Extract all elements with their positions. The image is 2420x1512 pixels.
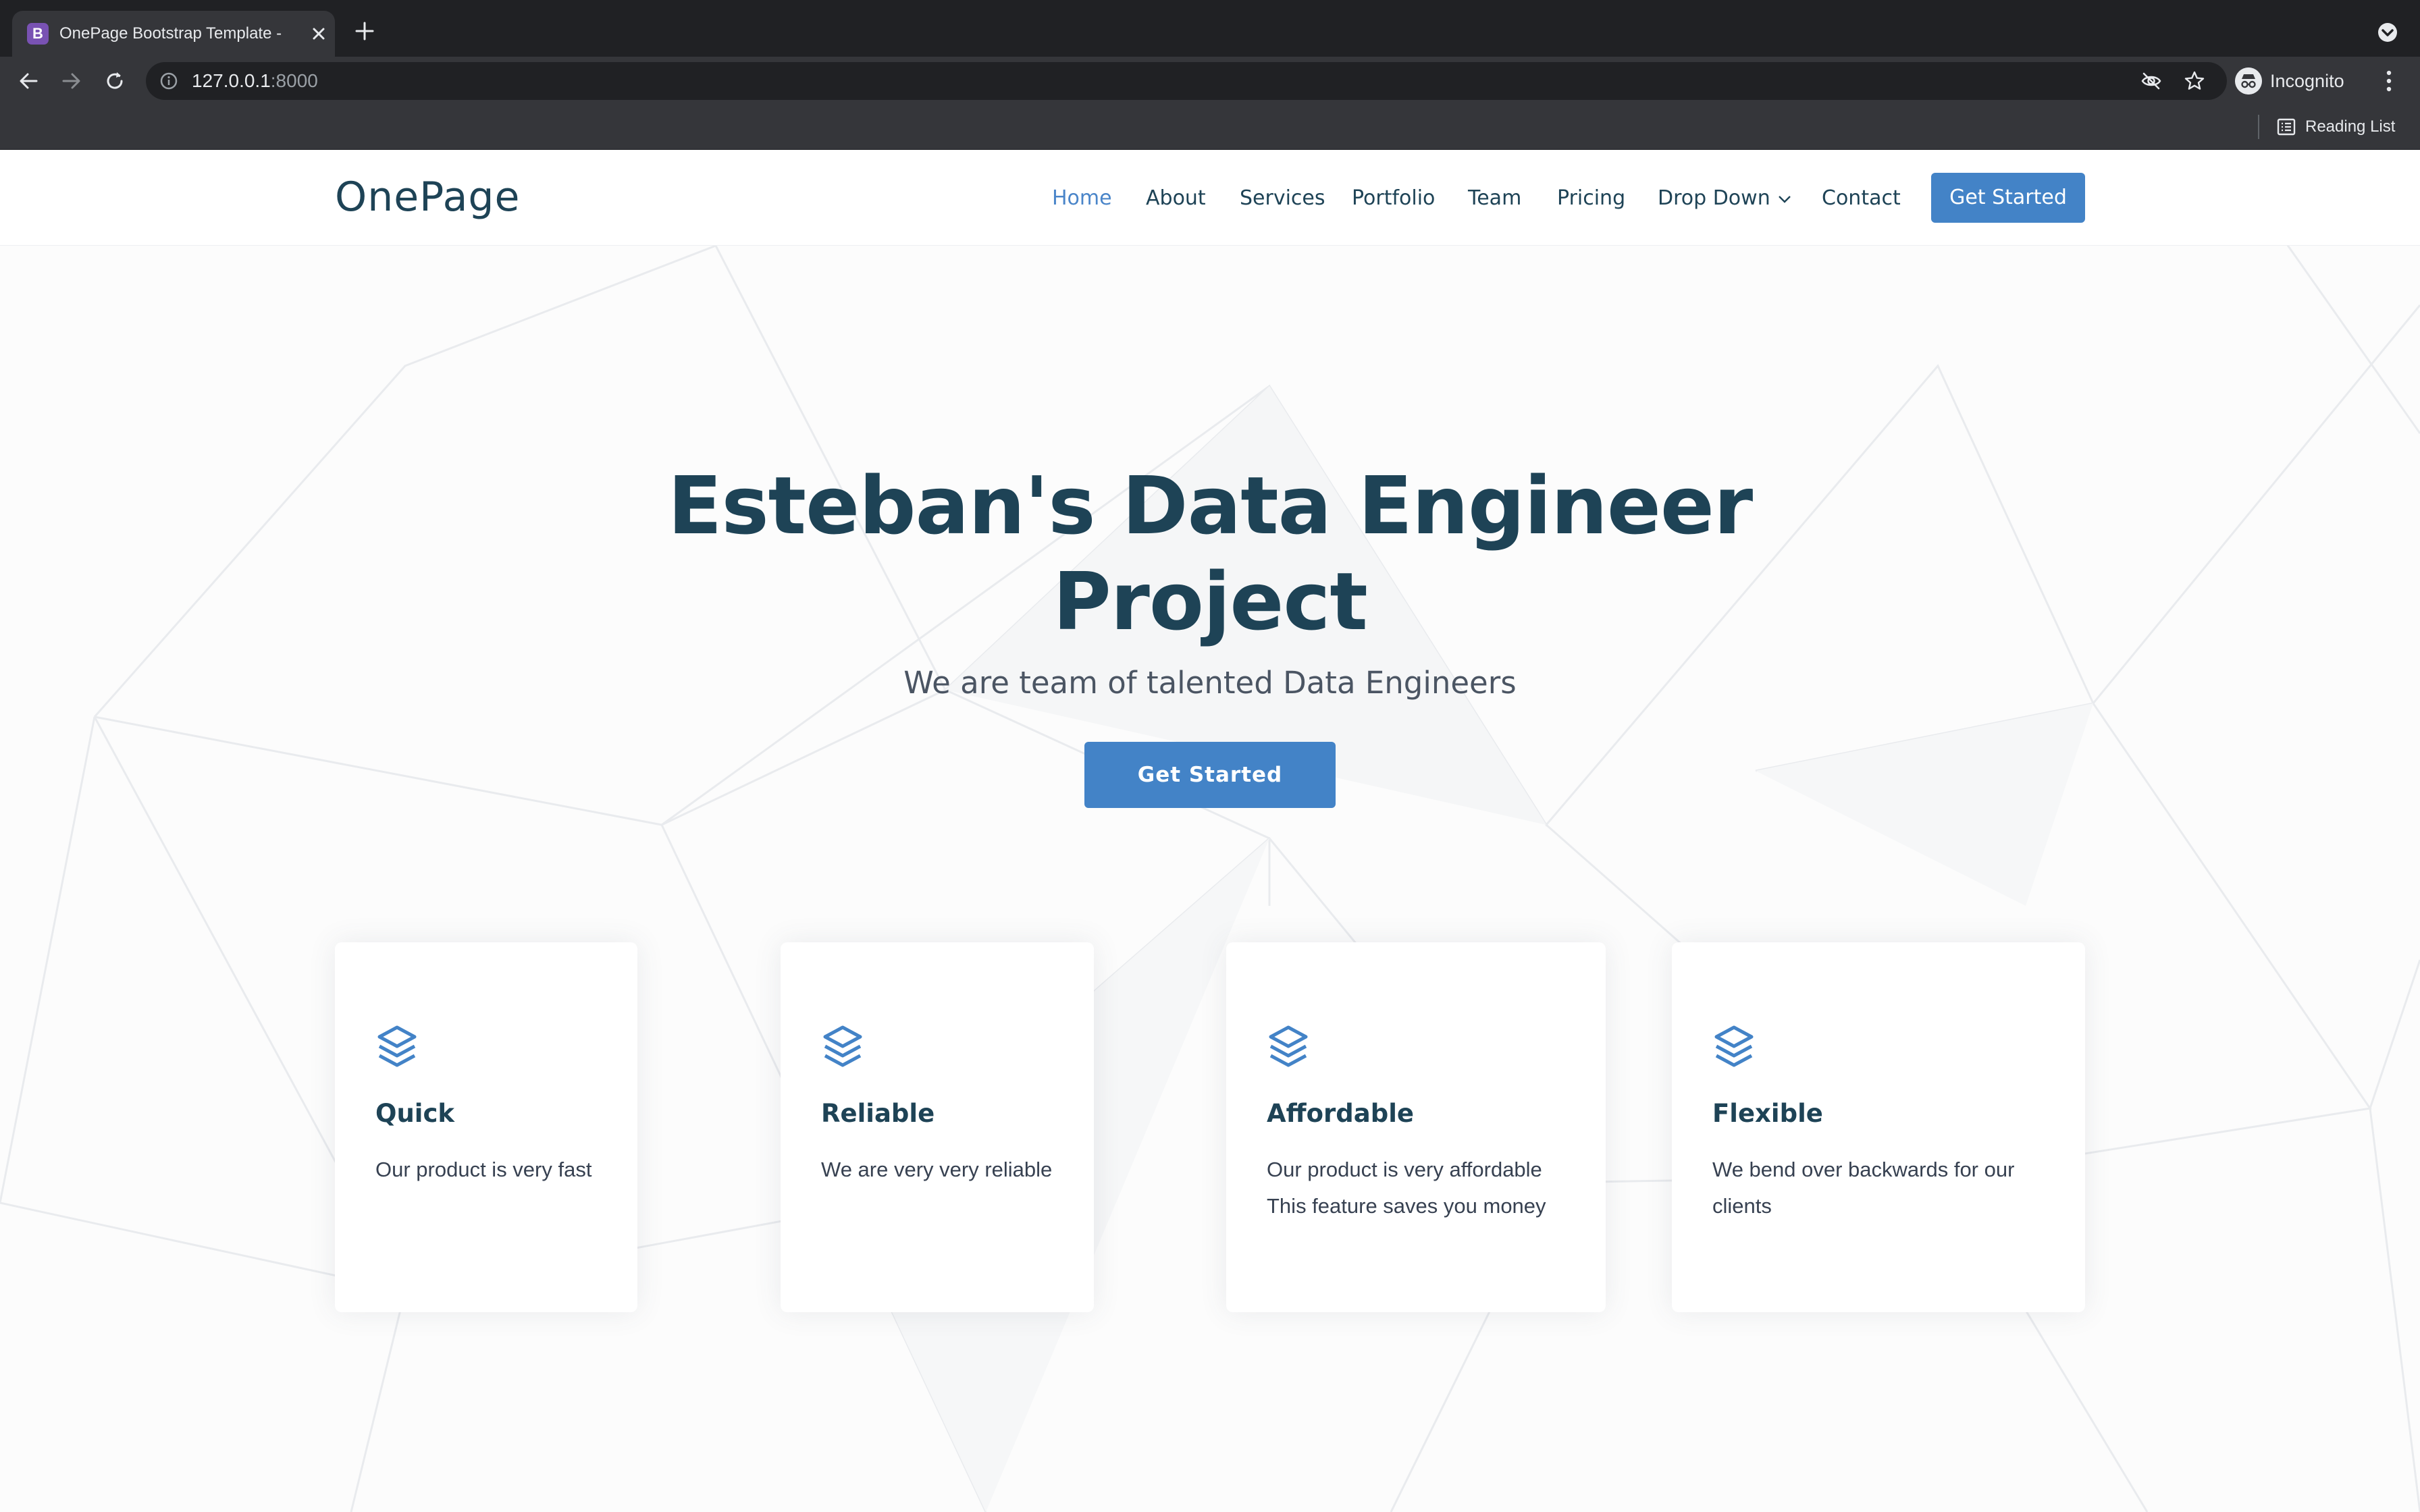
bootstrap-favicon-icon: B bbox=[27, 23, 49, 45]
layers-icon bbox=[823, 1025, 862, 1067]
reload-icon[interactable] bbox=[103, 69, 127, 93]
nav-home[interactable]: Home bbox=[1052, 185, 1112, 212]
hero-title-line-1: Esteban's Data Engineer bbox=[667, 459, 1753, 552]
browser-toolbar: 127.0.0.1:8000 bbox=[0, 57, 2420, 105]
forward-arrow-icon[interactable] bbox=[59, 69, 84, 93]
feature-text-line: We bend over backwards for our bbox=[1712, 1158, 2015, 1181]
plus-icon[interactable] bbox=[352, 19, 377, 43]
feature-card-affordable: Affordable Our product is very affordabl… bbox=[1226, 942, 1606, 1312]
star-icon[interactable] bbox=[2184, 70, 2205, 92]
nav-portfolio[interactable]: Portfolio bbox=[1352, 185, 1435, 212]
browser-tab[interactable]: B OnePage Bootstrap Template - bbox=[12, 11, 335, 57]
feature-text: We bend over backwards for our clients bbox=[1712, 1152, 2014, 1224]
feature-text: Our product is very affordable This feat… bbox=[1267, 1152, 1546, 1224]
url-host: 127.0.0.1 bbox=[192, 70, 271, 91]
nav-pricing[interactable]: Pricing bbox=[1557, 185, 1625, 212]
reading-list-icon bbox=[2277, 118, 2296, 136]
profile-label: Incognito bbox=[2270, 71, 2344, 91]
back-arrow-icon[interactable] bbox=[16, 69, 41, 93]
feature-title: Reliable bbox=[821, 1099, 935, 1128]
feature-title: Quick bbox=[375, 1099, 455, 1128]
incognito-icon bbox=[2235, 68, 2262, 94]
nav-dropdown[interactable]: Drop Down bbox=[1658, 185, 1792, 212]
chevron-down-icon bbox=[1778, 195, 1791, 203]
kebab-menu-icon[interactable] bbox=[2377, 68, 2401, 94]
hero-title-line-2: Project bbox=[1053, 555, 1368, 648]
url-text[interactable]: 127.0.0.1:8000 bbox=[192, 70, 318, 92]
address-bar[interactable]: 127.0.0.1:8000 bbox=[146, 62, 2227, 100]
tab-search-icon[interactable] bbox=[2374, 19, 2401, 46]
feature-text-line: We are very very reliable bbox=[821, 1158, 1053, 1181]
feature-text: We are very very reliable bbox=[821, 1152, 1052, 1188]
feature-text-line: Our product is very affordable bbox=[1267, 1158, 1542, 1181]
browser-tab-strip: B OnePage Bootstrap Template - bbox=[0, 0, 2420, 57]
page-viewport: OnePage Home About Services Portfolio Te… bbox=[0, 150, 2420, 1512]
feature-text: Our product is very fast bbox=[375, 1152, 591, 1188]
bookmarks-divider bbox=[2258, 115, 2259, 139]
layers-icon bbox=[1714, 1025, 1754, 1067]
feature-title: Affordable bbox=[1267, 1099, 1414, 1128]
reading-list-label: Reading List bbox=[2305, 117, 2396, 136]
incognito-profile-button[interactable]: Incognito bbox=[2232, 62, 2359, 100]
feature-text-line: clients bbox=[1712, 1194, 1772, 1218]
tab-title: OnePage Bootstrap Template - bbox=[59, 24, 282, 43]
layers-icon bbox=[377, 1025, 417, 1067]
nav-about[interactable]: About bbox=[1146, 185, 1206, 212]
feature-text-line: This feature saves you money bbox=[1267, 1194, 1546, 1218]
feature-card-reliable: Reliable We are very very reliable bbox=[781, 942, 1094, 1312]
close-icon[interactable] bbox=[307, 22, 331, 46]
eye-off-icon[interactable] bbox=[2140, 70, 2162, 92]
header-get-started-button[interactable]: Get Started bbox=[1931, 173, 2085, 223]
feature-card-flexible: Flexible We bend over backwards for our … bbox=[1672, 942, 2085, 1312]
nav-services[interactable]: Services bbox=[1240, 185, 1325, 212]
layers-icon bbox=[1269, 1025, 1308, 1067]
nav-team[interactable]: Team bbox=[1468, 185, 1521, 212]
bookmarks-bar: Reading List bbox=[0, 105, 2420, 150]
hero-title: Esteban's Data Engineer Project bbox=[535, 458, 1885, 649]
feature-card-quick: Quick Our product is very fast bbox=[335, 942, 637, 1312]
feature-text-line: Our product is very fast bbox=[375, 1158, 592, 1181]
url-port: :8000 bbox=[270, 70, 318, 91]
hero-get-started-button[interactable]: Get Started bbox=[1084, 742, 1336, 808]
info-icon[interactable] bbox=[159, 72, 178, 90]
nav-dropdown-label: Drop Down bbox=[1658, 186, 1770, 210]
hero-subtitle: We are team of talented Data Engineers bbox=[903, 665, 1517, 701]
nav-contact[interactable]: Contact bbox=[1822, 185, 1901, 212]
site-header: OnePage Home About Services Portfolio Te… bbox=[0, 150, 2420, 246]
feature-title: Flexible bbox=[1712, 1099, 1823, 1128]
site-logo[interactable]: OnePage bbox=[335, 171, 520, 223]
